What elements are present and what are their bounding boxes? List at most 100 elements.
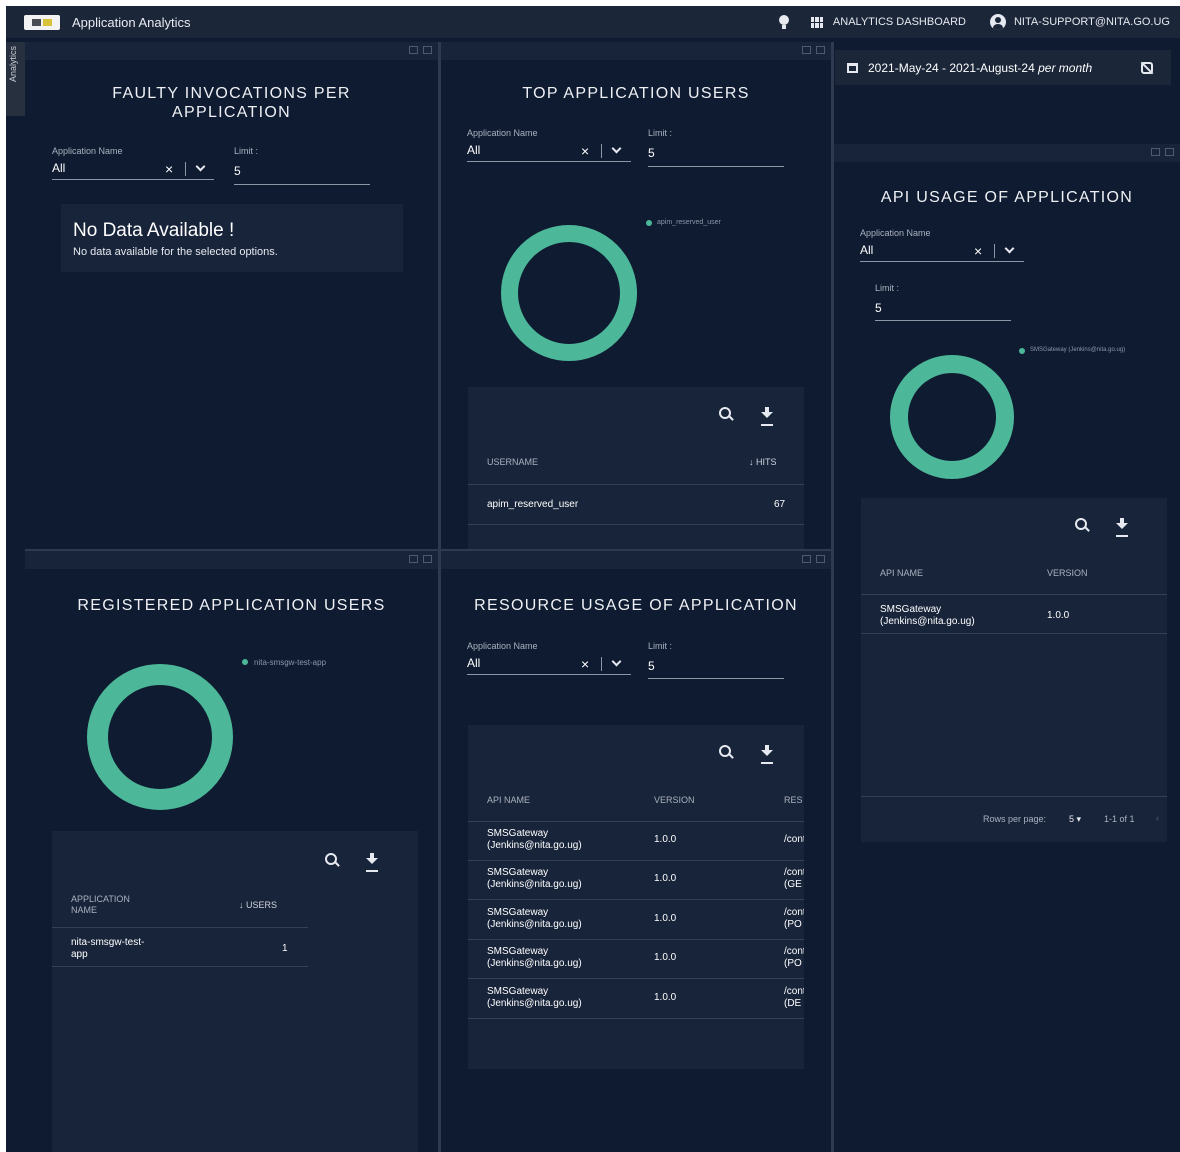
hits-label: HITS bbox=[756, 457, 777, 467]
donut-chart[interactable] bbox=[890, 355, 1014, 479]
expand-icon[interactable] bbox=[1151, 148, 1160, 156]
download-icon[interactable] bbox=[760, 407, 774, 422]
rows-per-page-select[interactable]: 5 ▾ bbox=[1069, 814, 1081, 825]
limit-underline bbox=[648, 678, 784, 679]
api-usage-panel: API USAGE OF APPLICATION Application Nam… bbox=[834, 162, 1180, 1152]
chevron-down-icon[interactable] bbox=[611, 143, 622, 154]
column-header-version[interactable]: VERSION bbox=[654, 795, 695, 806]
clear-icon[interactable]: × bbox=[974, 244, 982, 258]
cell-api-name-line1: SMSGateway bbox=[487, 828, 549, 839]
no-data-message-box: No Data Available ! No data available fo… bbox=[61, 204, 403, 272]
limit-label: Limit : bbox=[648, 641, 673, 651]
column-header-line2: NAME bbox=[71, 905, 98, 915]
user-email[interactable]: NITA-SUPPORT@NITA.GO.UG bbox=[1014, 16, 1170, 28]
download-icon[interactable] bbox=[1115, 518, 1129, 533]
limit-input[interactable]: 5 bbox=[875, 301, 882, 315]
top-bar: Application Analytics ANALYTICS DASHBOAR… bbox=[6, 6, 1180, 38]
application-name-select[interactable]: All bbox=[467, 143, 480, 157]
search-icon[interactable] bbox=[1075, 518, 1090, 533]
cell-api-name-line1: SMSGateway bbox=[487, 907, 549, 918]
column-header-resource[interactable]: RES bbox=[784, 795, 803, 806]
expand-icon[interactable] bbox=[409, 555, 418, 563]
column-header-version[interactable]: VERSION bbox=[1047, 568, 1088, 579]
column-header-users[interactable]: ↓ USERS bbox=[239, 900, 277, 911]
maximize-icon[interactable] bbox=[816, 46, 825, 54]
clear-icon[interactable]: × bbox=[165, 162, 173, 176]
application-name-select[interactable]: All bbox=[467, 656, 480, 670]
maximize-icon[interactable] bbox=[423, 555, 432, 563]
download-icon-base bbox=[1116, 535, 1128, 537]
chevron-down-icon[interactable] bbox=[611, 656, 622, 667]
panel-toolbar bbox=[834, 144, 1180, 162]
donut-chart[interactable] bbox=[87, 664, 233, 810]
search-icon[interactable] bbox=[719, 745, 734, 760]
grid-icon[interactable] bbox=[810, 16, 823, 28]
expand-icon[interactable] bbox=[802, 46, 811, 54]
column-header-username[interactable]: USERNAME bbox=[487, 457, 538, 468]
search-icon[interactable] bbox=[719, 407, 734, 422]
sync-disabled-icon[interactable] bbox=[1141, 62, 1153, 74]
limit-input[interactable]: 5 bbox=[648, 659, 655, 673]
limit-label: Limit : bbox=[648, 128, 673, 138]
analytics-side-tab[interactable]: Analytics bbox=[6, 42, 25, 116]
limit-input[interactable]: 5 bbox=[234, 164, 241, 178]
row-divider bbox=[468, 899, 804, 900]
row-divider bbox=[52, 966, 308, 967]
select-separator bbox=[994, 244, 995, 258]
row-divider bbox=[861, 796, 1167, 797]
column-header-api-name[interactable]: API NAME bbox=[880, 568, 923, 579]
application-name-label: Application Name bbox=[860, 228, 931, 238]
row-divider bbox=[468, 1018, 804, 1019]
resource-usage-panel: RESOURCE USAGE OF APPLICATION Applicatio… bbox=[441, 569, 831, 1152]
column-header-api-name[interactable]: API NAME bbox=[487, 795, 530, 806]
registered-users-table: APPLICATION NAME ↓ USERS nita-smsgw-test-… bbox=[52, 831, 418, 1152]
legend-label: apim_reserved_user bbox=[657, 219, 721, 226]
cell-hits: 67 bbox=[774, 499, 786, 510]
donut-chart[interactable] bbox=[501, 225, 637, 361]
date-range-selector[interactable]: 2021-May-24 - 2021-August-24 per month bbox=[835, 50, 1171, 85]
lightbulb-icon[interactable] bbox=[778, 15, 789, 29]
application-name-label: Application Name bbox=[467, 128, 538, 138]
cell-version: 1.0.0 bbox=[1047, 610, 1070, 621]
cell-username: apim_reserved_user bbox=[487, 499, 579, 510]
users-label: USERS bbox=[246, 900, 278, 910]
search-icon[interactable] bbox=[325, 853, 340, 868]
faulty-invocations-panel: FAULTY INVOCATIONS PER APPLICATION Appli… bbox=[25, 60, 438, 549]
analytics-dashboard-link[interactable]: ANALYTICS DASHBOARD bbox=[833, 16, 966, 28]
user-account-icon[interactable] bbox=[989, 14, 1006, 30]
select-underline bbox=[467, 674, 631, 675]
clear-icon[interactable]: × bbox=[581, 144, 589, 158]
cell-api-name-line1: SMSGateway bbox=[487, 946, 549, 957]
cell-version: 1.0.0 bbox=[654, 873, 677, 884]
maximize-icon[interactable] bbox=[423, 46, 432, 54]
select-underline bbox=[52, 179, 214, 180]
cell-version: 1.0.0 bbox=[654, 952, 677, 963]
expand-icon[interactable] bbox=[409, 46, 418, 54]
date-range-value: 2021-May-24 - 2021-August-24 bbox=[868, 60, 1035, 75]
app-window: Application Analytics ANALYTICS DASHBOAR… bbox=[6, 6, 1180, 1152]
download-icon[interactable] bbox=[365, 853, 379, 868]
cell-app-name-line2: app bbox=[71, 949, 88, 960]
maximize-icon[interactable] bbox=[1165, 148, 1174, 156]
application-name-select[interactable]: All bbox=[860, 243, 873, 257]
column-header-hits[interactable]: ↓ HITS bbox=[749, 457, 777, 468]
expand-icon[interactable] bbox=[802, 555, 811, 563]
download-icon[interactable] bbox=[760, 745, 774, 760]
clear-icon[interactable]: × bbox=[581, 657, 589, 671]
limit-input[interactable]: 5 bbox=[648, 146, 655, 160]
chevron-down-icon[interactable] bbox=[1004, 243, 1015, 254]
row-divider bbox=[468, 524, 804, 525]
maximize-icon[interactable] bbox=[816, 555, 825, 563]
select-separator bbox=[185, 162, 186, 176]
panel-title: REGISTERED APPLICATION USERS bbox=[77, 597, 386, 614]
application-name-select[interactable]: All bbox=[52, 161, 65, 175]
top-application-users-panel: TOP APPLICATION USERS Application Name A… bbox=[441, 60, 831, 549]
column-header-line1: APPLICATION bbox=[71, 894, 130, 904]
chevron-down-icon[interactable] bbox=[195, 161, 206, 172]
cell-resource-line1: /cont bbox=[784, 907, 804, 918]
api-usage-table: API NAME VERSION SMSGateway (Jenkins@nit… bbox=[861, 498, 1167, 842]
prev-page-icon[interactable]: ‹ bbox=[1156, 813, 1159, 823]
row-divider bbox=[468, 860, 804, 861]
panel-title: API USAGE OF APPLICATION bbox=[880, 189, 1134, 206]
column-header-application-name[interactable]: APPLICATION NAME bbox=[71, 894, 130, 916]
